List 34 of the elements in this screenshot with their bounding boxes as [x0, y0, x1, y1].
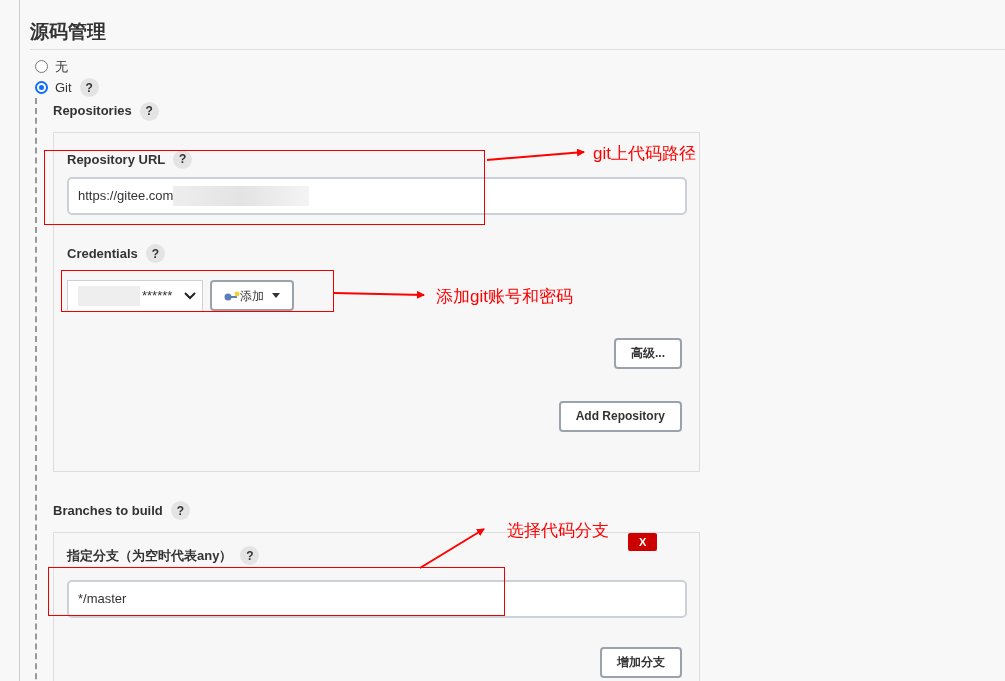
- help-icon[interactable]: ?: [170, 501, 190, 521]
- annotation-text: git上代码路径: [593, 143, 696, 165]
- field-value: */master: [78, 590, 127, 608]
- add-repository-button[interactable]: Add Repository: [558, 400, 682, 432]
- field-value: https://gitee.com: [78, 187, 174, 205]
- help-icon[interactable]: ?: [240, 546, 260, 566]
- section-label: Repositories: [53, 102, 132, 121]
- help-icon[interactable]: ?: [173, 149, 193, 169]
- caret-icon: [271, 293, 280, 299]
- annotation-text: 选择代码分支: [507, 520, 609, 542]
- help-icon[interactable]: ?: [79, 78, 99, 97]
- url-field[interactable]: https://gitee.com: [67, 176, 687, 215]
- select-value: ******: [142, 287, 173, 305]
- arrow: [419, 528, 485, 569]
- field-label: Credentials: [67, 245, 138, 263]
- add-branch-button[interactable]: 增加分支: [600, 646, 682, 678]
- field-label: Repository URL: [67, 150, 166, 169]
- radio-label: Git: [55, 78, 72, 97]
- branch-field[interactable]: */master: [67, 579, 687, 618]
- delete-button[interactable]: X: [628, 532, 658, 552]
- help-icon[interactable]: ?: [145, 244, 165, 264]
- section-label: Branches to build: [53, 502, 163, 520]
- key-icon: [223, 290, 240, 301]
- advanced-button[interactable]: 高级...: [614, 337, 682, 369]
- field-label: 指定分支（为空时代表any）: [67, 547, 233, 565]
- credentials-select[interactable]: ******: [67, 279, 203, 312]
- radio-label: 无: [55, 57, 68, 76]
- chevron-icon: [184, 291, 196, 300]
- radio-button[interactable]: [35, 60, 48, 73]
- help-icon[interactable]: ?: [139, 101, 159, 121]
- radio-button[interactable]: [35, 81, 48, 94]
- section-title: 源码管理: [30, 0, 1005, 50]
- add-button[interactable]: 添加: [209, 280, 294, 312]
- annotation-text: 添加git账号和密码: [436, 286, 573, 308]
